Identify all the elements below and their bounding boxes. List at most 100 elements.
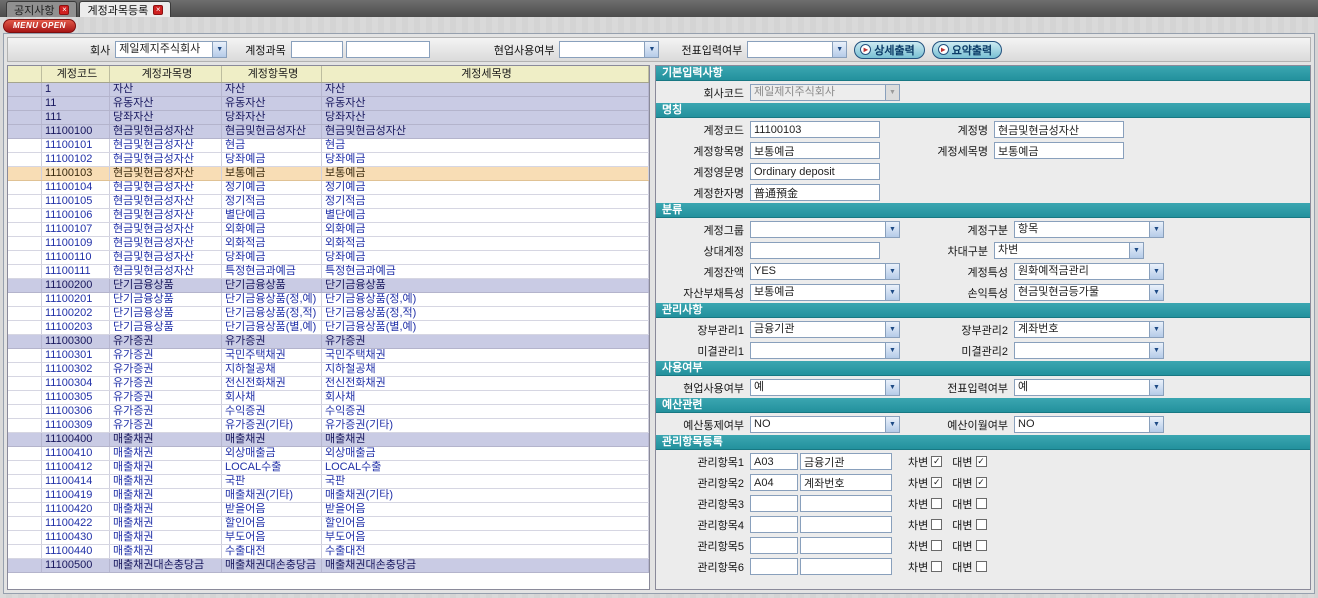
table-row[interactable]: 11100412매출채권LOCAL수출LOCAL수출 (8, 461, 649, 475)
row-selector[interactable] (8, 489, 42, 502)
table-row[interactable]: 11100300유가증권유가증권유가증권 (8, 335, 649, 349)
row-selector[interactable] (8, 209, 42, 222)
profit-loss-attr-select[interactable]: 현금및현금등가물▼ (1014, 284, 1164, 301)
slip-filter-select[interactable]: ▼ (747, 41, 847, 58)
table-row[interactable]: 11100106현금및현금성자산별단예금별단예금 (8, 209, 649, 223)
table-row[interactable]: 11100101현금및현금성자산현금현금 (8, 139, 649, 153)
row-selector[interactable] (8, 279, 42, 292)
row-selector[interactable] (8, 391, 42, 404)
table-row[interactable]: 11100302유가증권지하철공채지하철공채 (8, 363, 649, 377)
account-chinese-name-input[interactable] (750, 184, 880, 201)
account-code-filter-input[interactable] (291, 41, 343, 58)
table-row[interactable]: 11100304유가증권전신전화채권전신전화채권 (8, 377, 649, 391)
detail-print-button[interactable]: ▸ 상세출력 (854, 41, 924, 59)
row-selector[interactable] (8, 377, 42, 390)
mgmt-item6-debit-checkbox[interactable] (931, 561, 942, 572)
table-row[interactable]: 11100422매출채권할인어음할인어음 (8, 517, 649, 531)
mgmt-item5-credit-checkbox[interactable] (976, 540, 987, 551)
row-selector[interactable] (8, 321, 42, 334)
mgmt-item4-credit-checkbox[interactable] (976, 519, 987, 530)
row-selector[interactable] (8, 111, 42, 124)
row-selector[interactable] (8, 97, 42, 110)
row-selector[interactable] (8, 419, 42, 432)
row-selector[interactable] (8, 335, 42, 348)
row-selector[interactable] (8, 559, 42, 572)
mgmt-item2-debit-checkbox[interactable]: ✓ (931, 477, 942, 488)
row-selector[interactable] (8, 125, 42, 138)
ledger-mgmt1-select[interactable]: 금융기관▼ (750, 321, 900, 338)
row-selector[interactable] (8, 349, 42, 362)
account-name-filter-input[interactable] (346, 41, 430, 58)
debit-credit-class-select[interactable]: 차변▼ (994, 242, 1144, 259)
row-selector[interactable] (8, 433, 42, 446)
row-selector[interactable] (8, 195, 42, 208)
table-row[interactable]: 11100109현금및현금성자산외화적금외화적금 (8, 237, 649, 251)
table-row[interactable]: 11100414매출채권국판국판 (8, 475, 649, 489)
table-row[interactable]: 11100420매출채권받을어음받을어음 (8, 503, 649, 517)
mgmt-item1-code-input[interactable] (750, 453, 798, 470)
row-selector[interactable] (8, 363, 42, 376)
row-selector[interactable] (8, 139, 42, 152)
table-row[interactable]: 11100419매출채권매출채권(기타)매출채권(기타) (8, 489, 649, 503)
mgmt-item5-debit-checkbox[interactable] (931, 540, 942, 551)
mgmt-item6-code-input[interactable] (750, 558, 798, 575)
close-icon[interactable]: × (59, 5, 69, 15)
table-row[interactable]: 11100301유가증권국민주택채권국민주택채권 (8, 349, 649, 363)
mgmt-item3-credit-checkbox[interactable] (976, 498, 987, 509)
table-row[interactable]: 11100103현금및현금성자산보통예금보통예금 (8, 167, 649, 181)
table-row[interactable]: 11100200단기금융상품단기금융상품단기금융상품 (8, 279, 649, 293)
table-row[interactable]: 11100440매출채권수출대전수출대전 (8, 545, 649, 559)
company-select[interactable]: 제일제지주식회사 ▼ (115, 41, 227, 58)
mgmt-item3-debit-checkbox[interactable] (931, 498, 942, 509)
row-selector[interactable] (8, 531, 42, 544)
table-row[interactable]: 11100111현금및현금성자산특정현금과예금특정현금과예금 (8, 265, 649, 279)
row-selector[interactable] (8, 405, 42, 418)
account-name-input[interactable] (994, 121, 1124, 138)
ledger-mgmt2-select[interactable]: 계좌번호▼ (1014, 321, 1164, 338)
table-row[interactable]: 11100201단기금융상품단기금융상품(정,예)단기금융상품(정,예) (8, 293, 649, 307)
field-usage-select[interactable]: 예▼ (750, 379, 900, 396)
row-selector[interactable] (8, 475, 42, 488)
mgmt-item6-name-input[interactable] (800, 558, 892, 575)
mgmt-item5-name-input[interactable] (800, 537, 892, 554)
row-selector[interactable] (8, 503, 42, 516)
row-selector[interactable] (8, 461, 42, 474)
account-code-input[interactable] (750, 121, 880, 138)
asset-liability-attr-select[interactable]: 보통예금▼ (750, 284, 900, 301)
tab-account-registration[interactable]: 계정과목등록 × (79, 1, 171, 17)
table-row[interactable]: 11100430매출채권부도어음부도어음 (8, 531, 649, 545)
mgmt-item4-code-input[interactable] (750, 516, 798, 533)
menu-open-button[interactable]: MENU OPEN (3, 19, 76, 33)
account-balance-select[interactable]: YES▼ (750, 263, 900, 280)
mgmt-item3-code-input[interactable] (750, 495, 798, 512)
budget-carryover-select[interactable]: NO▼ (1014, 416, 1164, 433)
mgmt-item6-credit-checkbox[interactable] (976, 561, 987, 572)
row-selector[interactable] (8, 251, 42, 264)
counter-account-input[interactable] (750, 242, 880, 259)
table-row[interactable]: 11100203단기금융상품단기금융상품(별,예)단기금융상품(별,예) (8, 321, 649, 335)
account-detail-name-input[interactable] (994, 142, 1124, 159)
pending-mgmt1-select[interactable]: ▼ (750, 342, 900, 359)
mgmt-item4-name-input[interactable] (800, 516, 892, 533)
company-code-select[interactable]: 제일제지주식회사▼ (750, 84, 900, 101)
usage-filter-select[interactable]: ▼ (559, 41, 659, 58)
close-icon[interactable]: × (153, 5, 163, 15)
mgmt-item1-name-input[interactable] (800, 453, 892, 470)
table-row[interactable]: 11100202단기금융상품단기금융상품(정,적)단기금융상품(정,적) (8, 307, 649, 321)
mgmt-item2-code-input[interactable] (750, 474, 798, 491)
table-row[interactable]: 11100100현금및현금성자산현금및현금성자산현금및현금성자산 (8, 125, 649, 139)
account-attribute-select[interactable]: 원화예적금관리▼ (1014, 263, 1164, 280)
summary-print-button[interactable]: ▸ 요약출력 (932, 41, 1002, 59)
row-selector[interactable] (8, 153, 42, 166)
row-selector[interactable] (8, 447, 42, 460)
table-row[interactable]: 11100500매출채권대손충당금매출채권대손충당금매출채권대손충당금 (8, 559, 649, 573)
table-row[interactable]: 11100107현금및현금성자산외화예금외화예금 (8, 223, 649, 237)
row-selector[interactable] (8, 517, 42, 530)
mgmt-item1-credit-checkbox[interactable]: ✓ (976, 456, 987, 467)
mgmt-item2-name-input[interactable] (800, 474, 892, 491)
account-class-select[interactable]: 항목▼ (1014, 221, 1164, 238)
mgmt-item1-debit-checkbox[interactable]: ✓ (931, 456, 942, 467)
slip-entry-select[interactable]: 예▼ (1014, 379, 1164, 396)
account-item-name-input[interactable] (750, 142, 880, 159)
table-row[interactable]: 11100410매출채권외상매출금외상매출금 (8, 447, 649, 461)
